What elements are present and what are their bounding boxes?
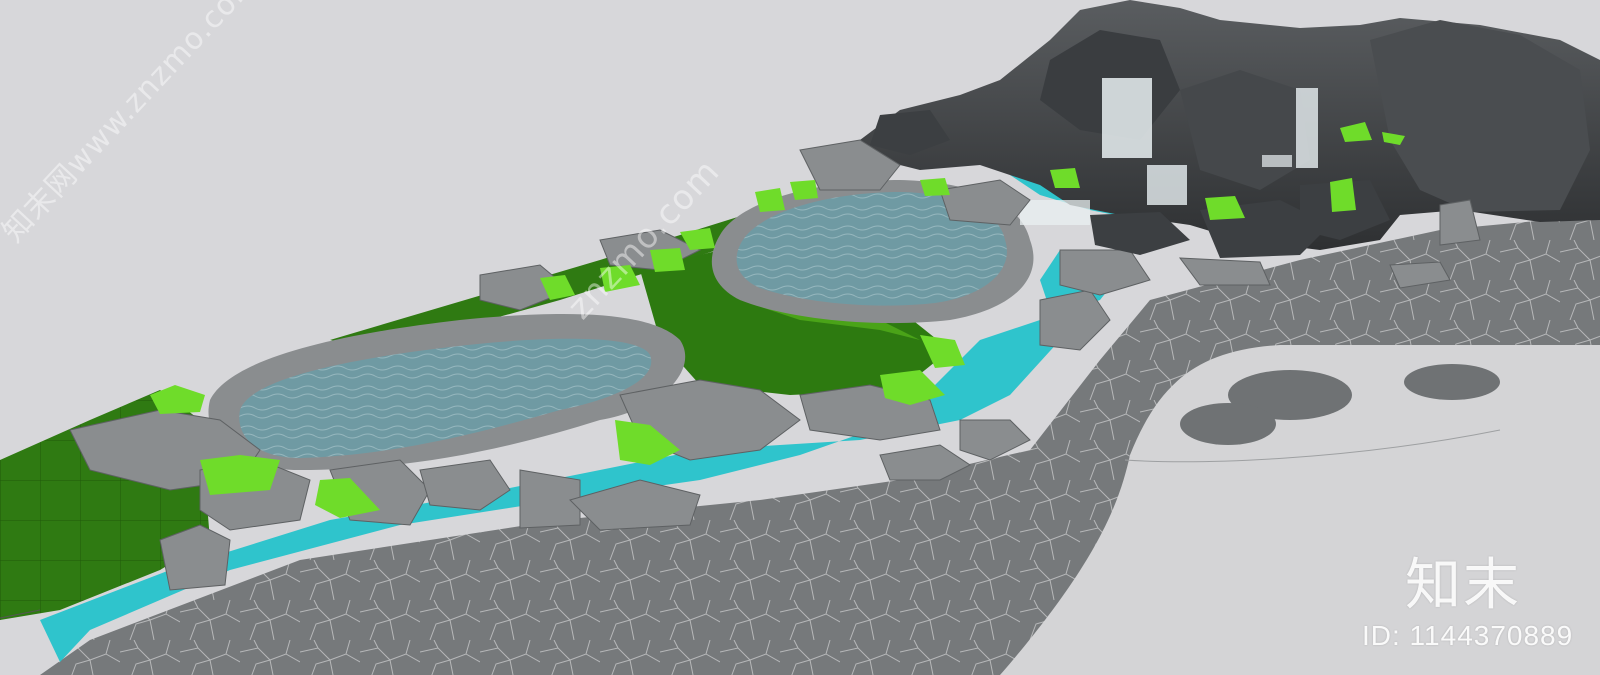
landscape-scene [0, 0, 1600, 675]
waterfall [1020, 200, 1090, 225]
stepping-stone [1404, 364, 1500, 400]
waterfall [1296, 88, 1318, 168]
waterfall [1102, 78, 1152, 158]
asset-id: ID: 1144370889 [1362, 620, 1574, 651]
stepping-stone [1180, 403, 1276, 445]
waterfall [1147, 165, 1187, 205]
model-viewport[interactable]: 知末网www.znzmo.com znzmo.com 知末 ID: 114437… [0, 0, 1600, 675]
waterfall [1262, 155, 1292, 167]
brand-logo: 知末 [1405, 553, 1521, 618]
